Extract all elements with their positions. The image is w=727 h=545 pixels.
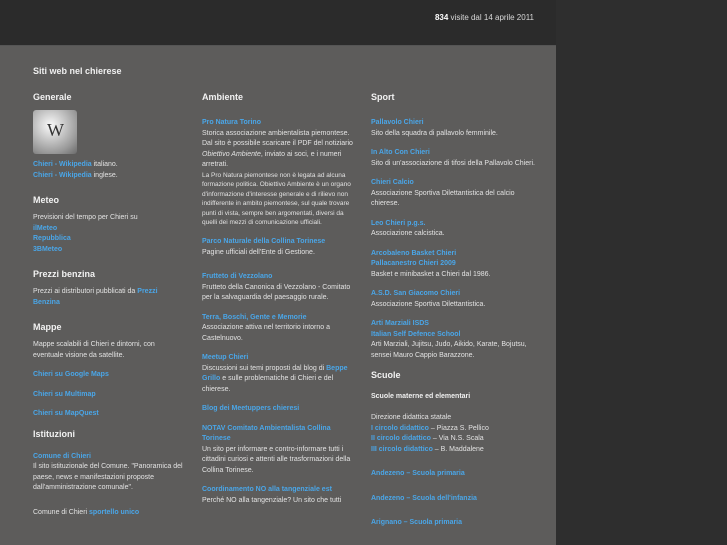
section-title-generale: Generale — [33, 92, 72, 102]
visit-since: visite dal 14 aprile 2011 — [448, 13, 534, 22]
section-title-scuole: Scuole — [371, 370, 401, 380]
pronatura-note: La Pro Natura piemontese non è legata ad… — [202, 171, 351, 227]
visit-count: 834 — [434, 13, 449, 22]
link-circolo-1[interactable]: I circolo didattico — [371, 425, 429, 432]
wiki-it: Chieri - Wikipedia italiano. — [33, 161, 118, 168]
inalto-text: Sito di un'associazione di tifosi della … — [371, 159, 535, 167]
page-title: Siti web nel chierese — [33, 66, 122, 76]
link-prezzi-benzina[interactable]: Prezzi — [137, 288, 157, 295]
scuole-subtitle: Scuole materne ed elementari — [371, 393, 471, 400]
section-title-mappe: Mappe — [33, 322, 62, 332]
column-ambiente: Ambiente Pro Natura Torino Storica assoc… — [202, 92, 360, 506]
meetup-text: Discussioni sui temi proposti dal blog d… — [202, 364, 348, 393]
circolo-3: III circolo didattico – B. Maddalene — [371, 445, 484, 453]
link-pallavolo-chieri[interactable]: Pallavolo Chieri — [371, 119, 424, 126]
meteo-text: Previsioni del tempo per Chieri su — [33, 214, 138, 221]
wikipedia-logo-icon: W — [33, 110, 77, 154]
link-multimap[interactable]: Chieri su Multimap — [33, 391, 96, 398]
link-coordinamento-no[interactable]: Coordinamento NO alla tangenziale est — [202, 486, 332, 493]
link-circolo-3[interactable]: III circolo didattico — [371, 446, 433, 453]
link-leo-chieri[interactable]: Leo Chieri p.g.s. — [371, 220, 425, 227]
page: 834 visite dal 14 aprile 2011 Siti web n… — [0, 0, 556, 545]
link-wikipedia-it[interactable]: Chieri - Wikipedia — [33, 161, 92, 168]
section-title-ambiente: Ambiente — [202, 92, 244, 102]
link-repubblica[interactable]: Repubblica — [33, 235, 71, 242]
direzione-text: Direzione didattica statale — [371, 414, 452, 421]
link-comune-chieri[interactable]: Comune di Chieri — [33, 453, 91, 460]
link-parco-naturale[interactable]: Parco Naturale della Collina Torinese — [202, 238, 325, 245]
top-bar: 834 visite dal 14 aprile 2011 — [0, 0, 556, 46]
pallavolo-text: Sito della squadra di pallavolo femminil… — [371, 129, 498, 137]
link-chieri-calcio[interactable]: Chieri Calcio — [371, 179, 414, 186]
link-sportello-unico[interactable]: sportello unico — [89, 509, 139, 516]
link-terra-boschi[interactable]: Terra, Boschi, Gente e Memorie — [202, 314, 307, 321]
link-arignano-primaria[interactable]: Arignano – Scuola primaria — [371, 519, 462, 526]
leo-text: Associazione calcistica. — [371, 230, 445, 237]
section-title-sport: Sport — [371, 92, 395, 102]
link-google-maps[interactable]: Chieri su Google Maps — [33, 371, 109, 378]
link-blog-meetuppers[interactable]: Blog dei Meetuppers chieresi — [202, 405, 299, 412]
column-sport: Sport Pallavolo Chieri Sito della squadr… — [371, 92, 536, 529]
link-mapquest[interactable]: Chieri su MapQuest — [33, 410, 99, 417]
wikipedia-logo-glyph: W — [47, 120, 64, 140]
coord-text: Perché NO alla tangenziale? Un sito che … — [202, 496, 342, 504]
link-pro-natura[interactable]: Pro Natura Torino — [202, 119, 261, 126]
comune-text: Il sito istituzionale del Comune. "Panor… — [33, 463, 183, 491]
link-andezeno-primaria[interactable]: Andezeno – Scuola primaria — [371, 470, 465, 477]
frutteto-text: Frutteto della Canonica di Vezzolano - C… — [202, 283, 351, 302]
link-beppe-grillo-2[interactable]: Grillo — [202, 375, 220, 382]
circolo-1: I circolo didattico – Piazza S. Pellico — [371, 424, 489, 432]
link-pallacanestro[interactable]: Pallacanestro Chieri 2009 — [371, 260, 456, 267]
link-frutteto[interactable]: Frutteto di Vezzolano — [202, 273, 272, 280]
terra-text: Associazione attiva nel territorio intor… — [202, 324, 331, 342]
link-wikipedia-en[interactable]: Chieri - Wikipedia — [33, 172, 92, 179]
link-notav[interactable]: NOTAV Comitato Ambientalista Collina Tor… — [202, 425, 331, 443]
mappe-text: Mappe scalabili di Chieri e dintorni, co… — [33, 341, 155, 359]
link-prezzi-benzina-2[interactable]: Benzina — [33, 299, 60, 306]
link-arti-marziali[interactable]: Arti Marziali ISDS — [371, 320, 429, 327]
circolo-2: II circolo didattico – Via N.S. Scala — [371, 435, 484, 442]
link-in-alto[interactable]: In Alto Con Chieri — [371, 149, 430, 156]
benzina-text: Prezzi ai distributori pubblicati da Pre… — [33, 288, 158, 306]
section-title-meteo: Meteo — [33, 195, 60, 205]
link-ilmeteo[interactable]: ilMeteo — [33, 225, 57, 232]
main-content: Siti web nel chierese Generale W Chieri … — [0, 46, 556, 545]
link-3bmeteo[interactable]: 3BMeteo — [33, 246, 62, 253]
link-meetup-chieri[interactable]: Meetup Chieri — [202, 354, 248, 361]
asd-text: Associazione Sportiva Dilettantistica. — [371, 300, 486, 308]
calcio-text: Associazione Sportiva Dilettantistica de… — [371, 189, 515, 208]
sportello: Comune di Chieri sportello unico — [33, 508, 140, 516]
section-title-istituzioni: Istituzioni — [33, 428, 75, 439]
arco-text: Basket e minibasket a Chieri dal 1986. — [371, 270, 491, 278]
parco-text: Pagine ufficiali dell'Ente di Gestione. — [202, 248, 315, 256]
link-andezeno-infanzia[interactable]: Andezeno – Scuola dell'infanzia — [371, 495, 477, 502]
link-beppe-grillo[interactable]: Beppe — [326, 365, 347, 372]
arti-text: Arti Marziali, Jujitsu, Judo, Aikido, Ka… — [371, 341, 527, 359]
section-title-benzina: Prezzi benzina — [33, 269, 96, 279]
link-circolo-2[interactable]: II circolo didattico — [371, 435, 431, 442]
link-asd-san-giacomo[interactable]: A.S.D. San Giacomo Chieri — [371, 290, 460, 297]
link-arcobaleno-basket[interactable]: Arcobaleno Basket Chieri — [371, 250, 456, 257]
wiki-en: Chieri - Wikipedia inglese. — [33, 171, 118, 179]
column-generale: Generale W Chieri - Wikipedia italiano. … — [33, 92, 183, 518]
link-self-defence[interactable]: Italian Self Defence School — [371, 331, 460, 338]
visit-counter: 834 visite dal 14 aprile 2011 — [435, 13, 534, 22]
notav-text: Un sito per informare e contro-informare… — [202, 445, 351, 474]
pronatura-text: Storica associazione ambientalista piemo… — [202, 129, 353, 169]
